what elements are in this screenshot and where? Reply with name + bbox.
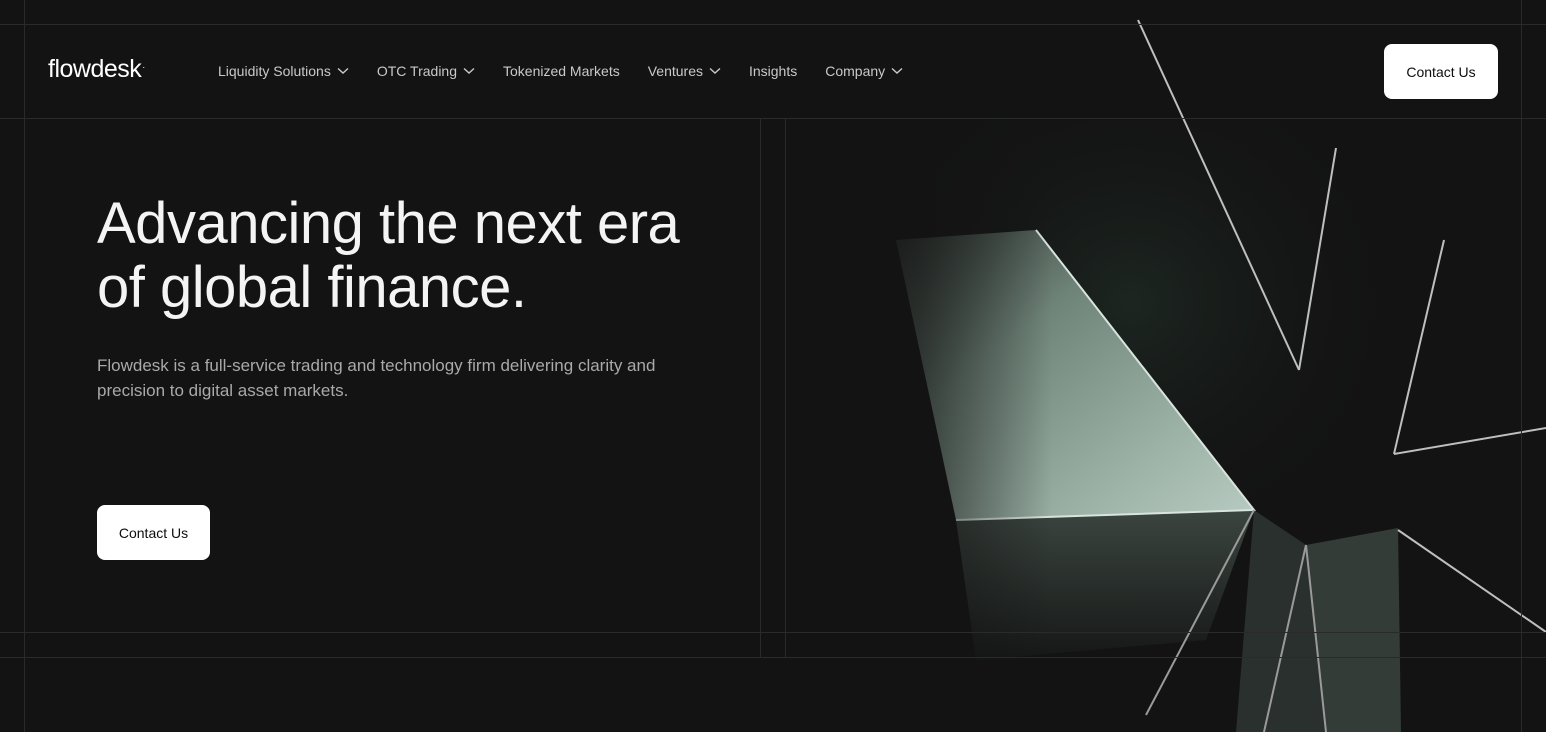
chevron-down-icon	[891, 67, 903, 75]
nav-item-label: Ventures	[647, 63, 703, 79]
grid-line	[0, 632, 1546, 633]
nav-item-label: Liquidity Solutions	[218, 63, 331, 79]
nav-item-ventures[interactable]: Ventures	[648, 62, 721, 80]
brand-name: flowdesk	[48, 55, 142, 83]
nav-item-label: Insights	[748, 63, 798, 79]
nav-item-company[interactable]: Company	[825, 62, 903, 80]
nav-item-label: OTC Trading	[376, 63, 457, 79]
page: flowdesk · Liquidity Solutions OTC Tradi…	[0, 0, 1546, 732]
chevron-down-icon	[709, 67, 721, 75]
site-header: flowdesk · Liquidity Solutions OTC Tradi…	[0, 24, 1546, 118]
nav-item-insights[interactable]: Insights	[749, 62, 797, 80]
grid-line	[0, 657, 1546, 658]
nav-item-tokenized-markets[interactable]: Tokenized Markets	[503, 62, 620, 80]
brand-logo[interactable]: flowdesk ·	[48, 57, 145, 82]
chevron-down-icon	[463, 67, 475, 75]
chevron-down-icon	[337, 67, 349, 75]
nav-item-label: Company	[825, 63, 886, 79]
hero-contact-button[interactable]: Contact Us	[97, 505, 210, 560]
nav-item-otc-trading[interactable]: OTC Trading	[377, 62, 475, 80]
header-contact-button[interactable]: Contact Us	[1384, 44, 1498, 99]
nav-item-liquidity-solutions[interactable]: Liquidity Solutions	[218, 62, 349, 80]
nav-item-label: Tokenized Markets	[503, 63, 620, 79]
hero-title: Advancing the next era of global finance…	[97, 191, 680, 320]
main-nav: Liquidity Solutions OTC Trading Tokenize…	[218, 62, 931, 80]
grid-line	[760, 118, 761, 657]
brand-mark: ·	[142, 61, 146, 72]
grid-line	[785, 118, 786, 657]
grid-line	[0, 118, 1546, 119]
hero-subtitle: Flowdesk is a full-service trading and t…	[97, 356, 656, 400]
